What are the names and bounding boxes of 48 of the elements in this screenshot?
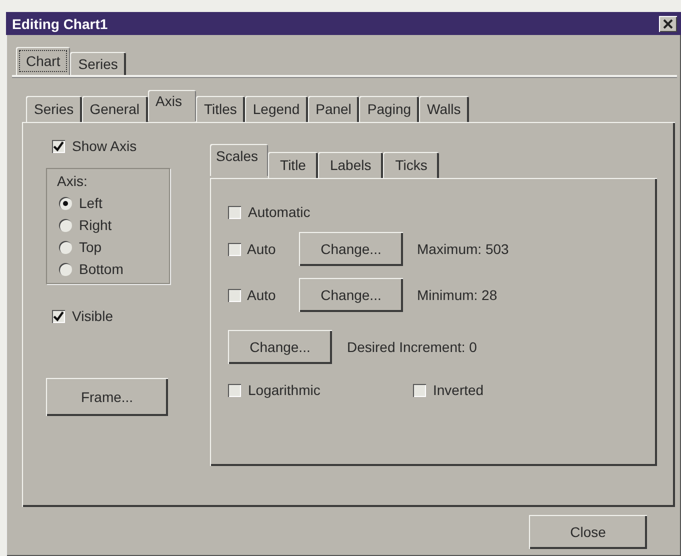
checkbox[interactable] xyxy=(52,310,65,322)
tab[interactable]: Panel xyxy=(308,96,360,122)
tab[interactable]: Ticks xyxy=(383,152,440,178)
close-icon xyxy=(663,18,673,28)
checkbox-label: Show Axis xyxy=(72,138,137,154)
radio-label: Bottom xyxy=(79,261,124,277)
tab[interactable]: Labels xyxy=(318,152,384,178)
radio-button[interactable] xyxy=(59,240,72,254)
tab[interactable]: Walls xyxy=(419,96,469,122)
tab[interactable]: Scales xyxy=(210,144,268,176)
checkbox[interactable] xyxy=(228,242,241,256)
value-label: Desired Increment: 0 xyxy=(347,339,477,355)
tab[interactable]: Paging xyxy=(359,96,420,122)
tab[interactable]: Series xyxy=(70,52,126,75)
radio-button[interactable] xyxy=(59,218,72,232)
checkbox-label: Auto xyxy=(247,287,277,303)
change-button[interactable]: Change... xyxy=(228,330,332,364)
radio-label: Right xyxy=(79,217,112,233)
checkbox-label: Visible xyxy=(72,308,113,324)
radio-label: Top xyxy=(79,239,102,255)
tab[interactable]: Series xyxy=(26,96,82,122)
checkbox[interactable] xyxy=(52,140,65,152)
tab[interactable]: Legend xyxy=(244,96,308,122)
value-label: Maximum: 503 xyxy=(417,241,509,257)
window-title: Editing Chart1 xyxy=(12,16,108,32)
close-button[interactable]: Close xyxy=(529,515,647,549)
radio-button[interactable] xyxy=(59,196,72,210)
radio-button[interactable] xyxy=(59,262,72,276)
radio-label: Left xyxy=(79,195,102,211)
tab[interactable]: Title xyxy=(268,152,318,178)
value-label: Minimum: 28 xyxy=(417,287,498,303)
checkbox-label: Automatic xyxy=(248,204,310,220)
close-button[interactable] xyxy=(659,16,677,32)
tab[interactable]: Titles xyxy=(196,96,245,122)
change-button[interactable]: Change... xyxy=(299,278,403,312)
change-button[interactable]: Change... xyxy=(299,232,403,266)
tab[interactable]: General xyxy=(82,96,148,122)
checkbox[interactable] xyxy=(228,384,241,396)
checkbox-label: Auto xyxy=(247,241,277,257)
checkbox-label: Inverted xyxy=(433,382,484,398)
checkbox[interactable] xyxy=(228,288,241,302)
frame-button[interactable]: Frame... xyxy=(46,378,168,416)
checkbox[interactable] xyxy=(413,384,426,396)
group-label: Axis: xyxy=(57,173,88,189)
checkbox[interactable] xyxy=(228,206,241,218)
tab[interactable]: Chart xyxy=(16,47,70,75)
checkbox-label: Logarithmic xyxy=(248,382,320,398)
tab[interactable]: Axis xyxy=(148,90,196,121)
